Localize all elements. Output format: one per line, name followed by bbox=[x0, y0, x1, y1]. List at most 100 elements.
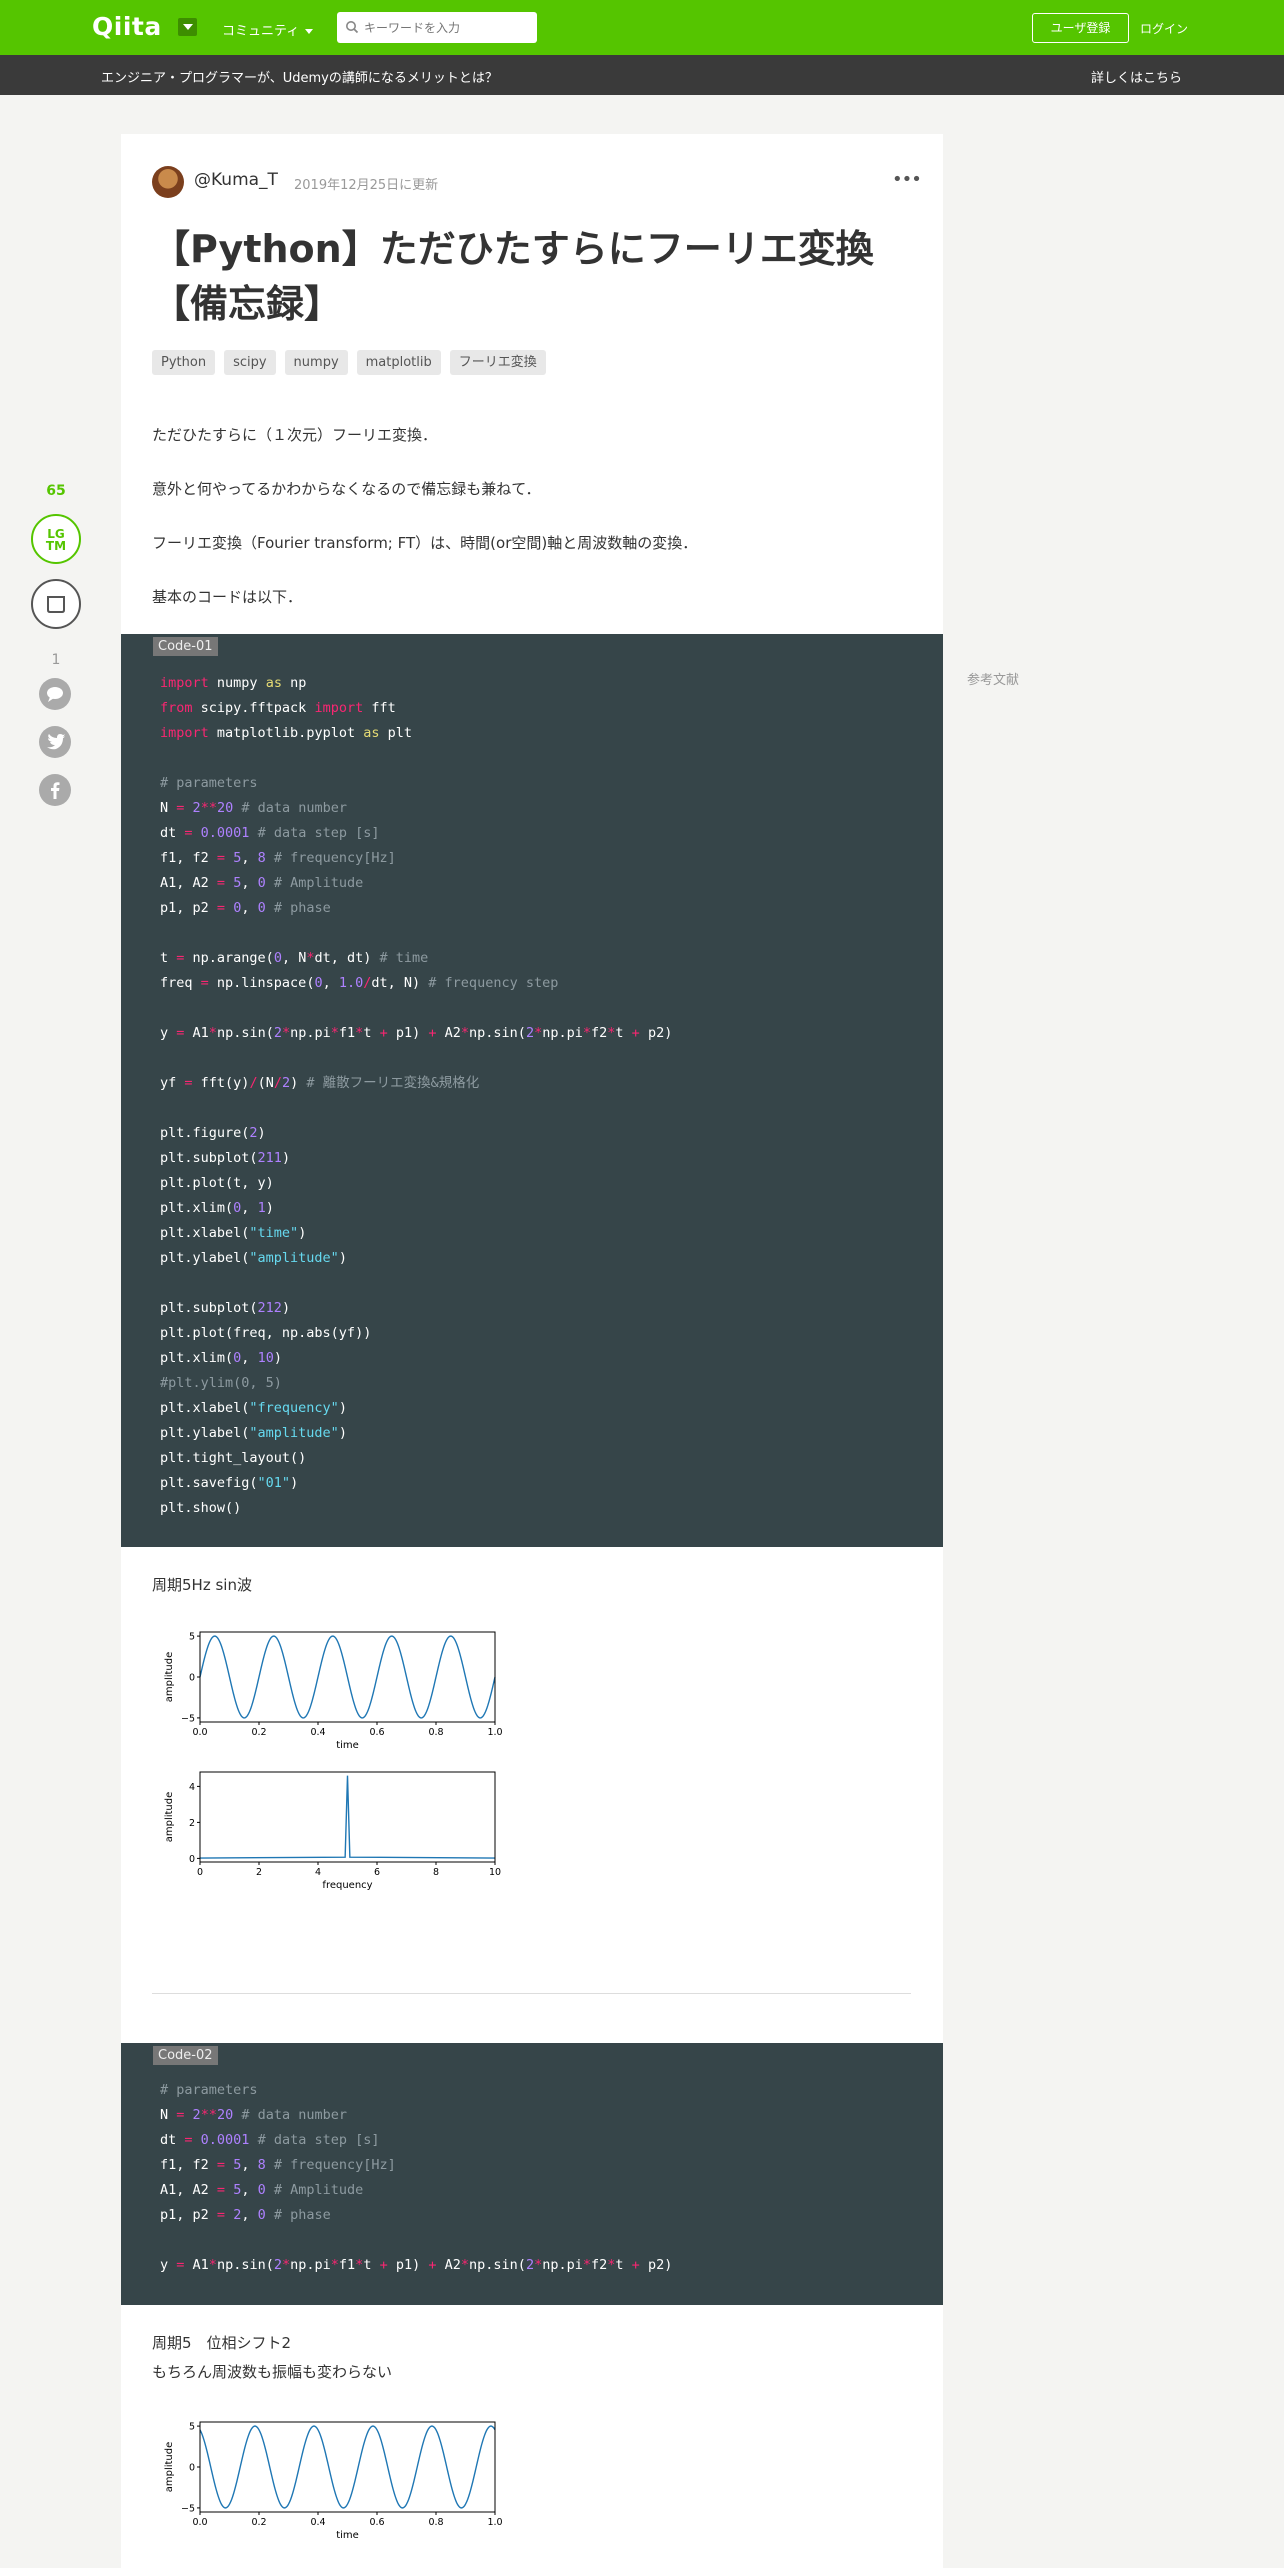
code-token: matplotlib.pyplot bbox=[208, 725, 364, 741]
code-line: import numpy as np bbox=[160, 671, 672, 696]
promo-more-link[interactable]: 詳しくはこちら bbox=[1091, 67, 1182, 86]
code-token: / bbox=[273, 1075, 282, 1091]
twitter-share-button[interactable] bbox=[39, 726, 71, 758]
tag-python[interactable]: Python bbox=[152, 350, 216, 375]
figure-caption: 周期5 位相シフト2 bbox=[152, 2334, 292, 2352]
code-token: 211 bbox=[257, 1150, 282, 1166]
code-token: * bbox=[208, 2257, 217, 2273]
code-token: dt, N) bbox=[371, 975, 429, 991]
code-token: f2 bbox=[591, 2257, 608, 2273]
code-token: = bbox=[184, 825, 193, 841]
login-link[interactable]: ログイン bbox=[1140, 20, 1188, 37]
code-token: A1 bbox=[184, 2257, 209, 2273]
y-tick-label: 0 bbox=[189, 1854, 195, 1865]
code-token: "frequency" bbox=[249, 1400, 339, 1416]
code-token: * bbox=[534, 2257, 543, 2273]
chart-panel: 0.0 0.2 0.4 0.6 0.8 1.0 5 0 −5 time amplitude bbox=[164, 1631, 503, 1751]
y-axis-label: amplitude bbox=[164, 2442, 175, 2493]
facebook-share-button[interactable] bbox=[39, 774, 71, 806]
code-token: / bbox=[249, 1075, 258, 1091]
code-token: 2 bbox=[192, 800, 201, 816]
code-line: # parameters bbox=[160, 771, 672, 796]
comment-icon bbox=[47, 687, 63, 702]
code-block-02[interactable]: Code-02 # parameters N = 2**20 # data num… bbox=[121, 2043, 943, 2305]
x-axis-label: time bbox=[336, 2530, 359, 2541]
signup-button[interactable]: ユーザ登録 bbox=[1032, 13, 1129, 43]
code-token: = bbox=[200, 975, 209, 991]
qiita-logo[interactable]: Qiita bbox=[92, 12, 162, 41]
code-token: # parameters bbox=[160, 2082, 258, 2098]
lgtm-button[interactable]: LG TM bbox=[31, 514, 81, 564]
code-token: np bbox=[281, 675, 307, 691]
code-content[interactable]: # parameters N = 2**20 # data number dt = … bbox=[160, 2078, 672, 2278]
code-token: 0.0001 bbox=[200, 2132, 250, 2148]
code-token: ** bbox=[200, 2107, 217, 2123]
search-input[interactable] bbox=[364, 16, 529, 39]
code-token: = bbox=[184, 2132, 193, 2148]
code-token: from bbox=[160, 700, 193, 716]
promo-text[interactable]: エンジニア・プログラマーが、Udemyの講師になるメリットとは？ bbox=[101, 67, 498, 86]
code-token: scipy.fftpack bbox=[192, 700, 315, 716]
more-options-icon[interactable]: ••• bbox=[892, 171, 922, 189]
code-token: ** bbox=[200, 800, 217, 816]
code-token: ) bbox=[298, 1225, 307, 1241]
figure-01-plot: 0.0 0.2 0.4 0.6 0.8 1.0 5 0 −5 time amplitude 0 2 4 6 8… bbox=[164, 1631, 503, 1891]
code-token: * bbox=[460, 2257, 470, 2273]
y-tick-label: −5 bbox=[181, 1713, 195, 1724]
y-tick-label: −5 bbox=[181, 2503, 195, 2514]
code-token: # data step [s] bbox=[257, 825, 380, 841]
author-avatar[interactable] bbox=[152, 166, 184, 198]
search-box[interactable] bbox=[337, 12, 537, 43]
paragraph: フーリエ変換（Fourier transform; FT）は、時間(or空間)軸… bbox=[152, 534, 698, 552]
tag-fourier[interactable]: フーリエ変換 bbox=[449, 350, 546, 375]
code-block-01[interactable]: Code-01 import numpy as np from scipy.fft… bbox=[121, 634, 943, 1547]
x-tick-label: 4 bbox=[315, 1867, 321, 1878]
tag-scipy[interactable]: scipy bbox=[224, 350, 276, 375]
code-content[interactable]: import numpy as np from scipy.fftpack imp… bbox=[160, 671, 672, 1521]
code-token: 2 bbox=[525, 2257, 535, 2273]
references-link[interactable]: 参考文献 bbox=[967, 669, 1019, 688]
comment-button[interactable] bbox=[39, 678, 71, 710]
code-token: (N bbox=[257, 1075, 274, 1091]
code-token: , bbox=[241, 2157, 258, 2173]
code-token: np.sin( bbox=[469, 1025, 526, 1041]
code-token: + bbox=[428, 1025, 437, 1041]
tag-list: Python scipy numpy matplotlib フーリエ変換 bbox=[152, 350, 546, 375]
code-token: , bbox=[241, 2207, 258, 2223]
code-line: freq = np.linspace(0, 1.0/dt, N) # frequ… bbox=[160, 971, 672, 996]
article-card: @Kuma_T 2019年12月25日に更新 ••• 【Python】ただひたす… bbox=[121, 134, 943, 2568]
stock-icon bbox=[47, 596, 65, 613]
code-token: = bbox=[216, 900, 226, 916]
service-menu-dropdown-icon[interactable] bbox=[178, 18, 197, 36]
code-token: np.pi bbox=[290, 2257, 331, 2273]
code-token: 1.0 bbox=[338, 975, 364, 991]
x-tick-label: 1.0 bbox=[487, 1727, 502, 1738]
community-menu[interactable]: コミュニティ bbox=[222, 20, 314, 39]
code-line: dt = 0.0001 # data step [s] bbox=[160, 2128, 672, 2153]
code-token: import bbox=[314, 700, 364, 716]
code-line: A1, A2 = 5, 0 # Amplitude bbox=[160, 2178, 672, 2203]
chart-panel: 0.0 0.2 0.4 0.6 0.8 1.0 5 0 −5 time amplitude bbox=[164, 2421, 503, 2541]
code-token: ) bbox=[290, 1075, 307, 1091]
code-token: plt.ylabel( bbox=[160, 1425, 250, 1441]
figure-caption: もちろん周波数も振幅も変わらない bbox=[152, 2363, 393, 2381]
author-name[interactable]: @Kuma_T bbox=[194, 170, 278, 190]
tag-matplotlib[interactable]: matplotlib bbox=[356, 350, 441, 375]
code-line: #plt.ylim(0, 5) bbox=[160, 1371, 672, 1396]
code-line: yf = fft(y)/(N/2) # 離散フーリエ変換&規格化 bbox=[160, 1071, 672, 1096]
stock-button[interactable] bbox=[31, 579, 81, 629]
x-tick-label: 0.4 bbox=[310, 1727, 325, 1738]
tag-numpy[interactable]: numpy bbox=[284, 350, 348, 375]
x-tick-label: 0.2 bbox=[251, 1727, 266, 1738]
code-token: p1, p2 bbox=[160, 900, 217, 916]
figure-02-plot: 0.0 0.2 0.4 0.6 0.8 1.0 5 0 −5 time amplitude bbox=[164, 2421, 503, 2541]
code-token: * bbox=[582, 2257, 591, 2273]
code-token: t bbox=[615, 2257, 632, 2273]
code-token: np.pi bbox=[542, 1025, 583, 1041]
code-line: from scipy.fftpack import fft bbox=[160, 696, 672, 721]
